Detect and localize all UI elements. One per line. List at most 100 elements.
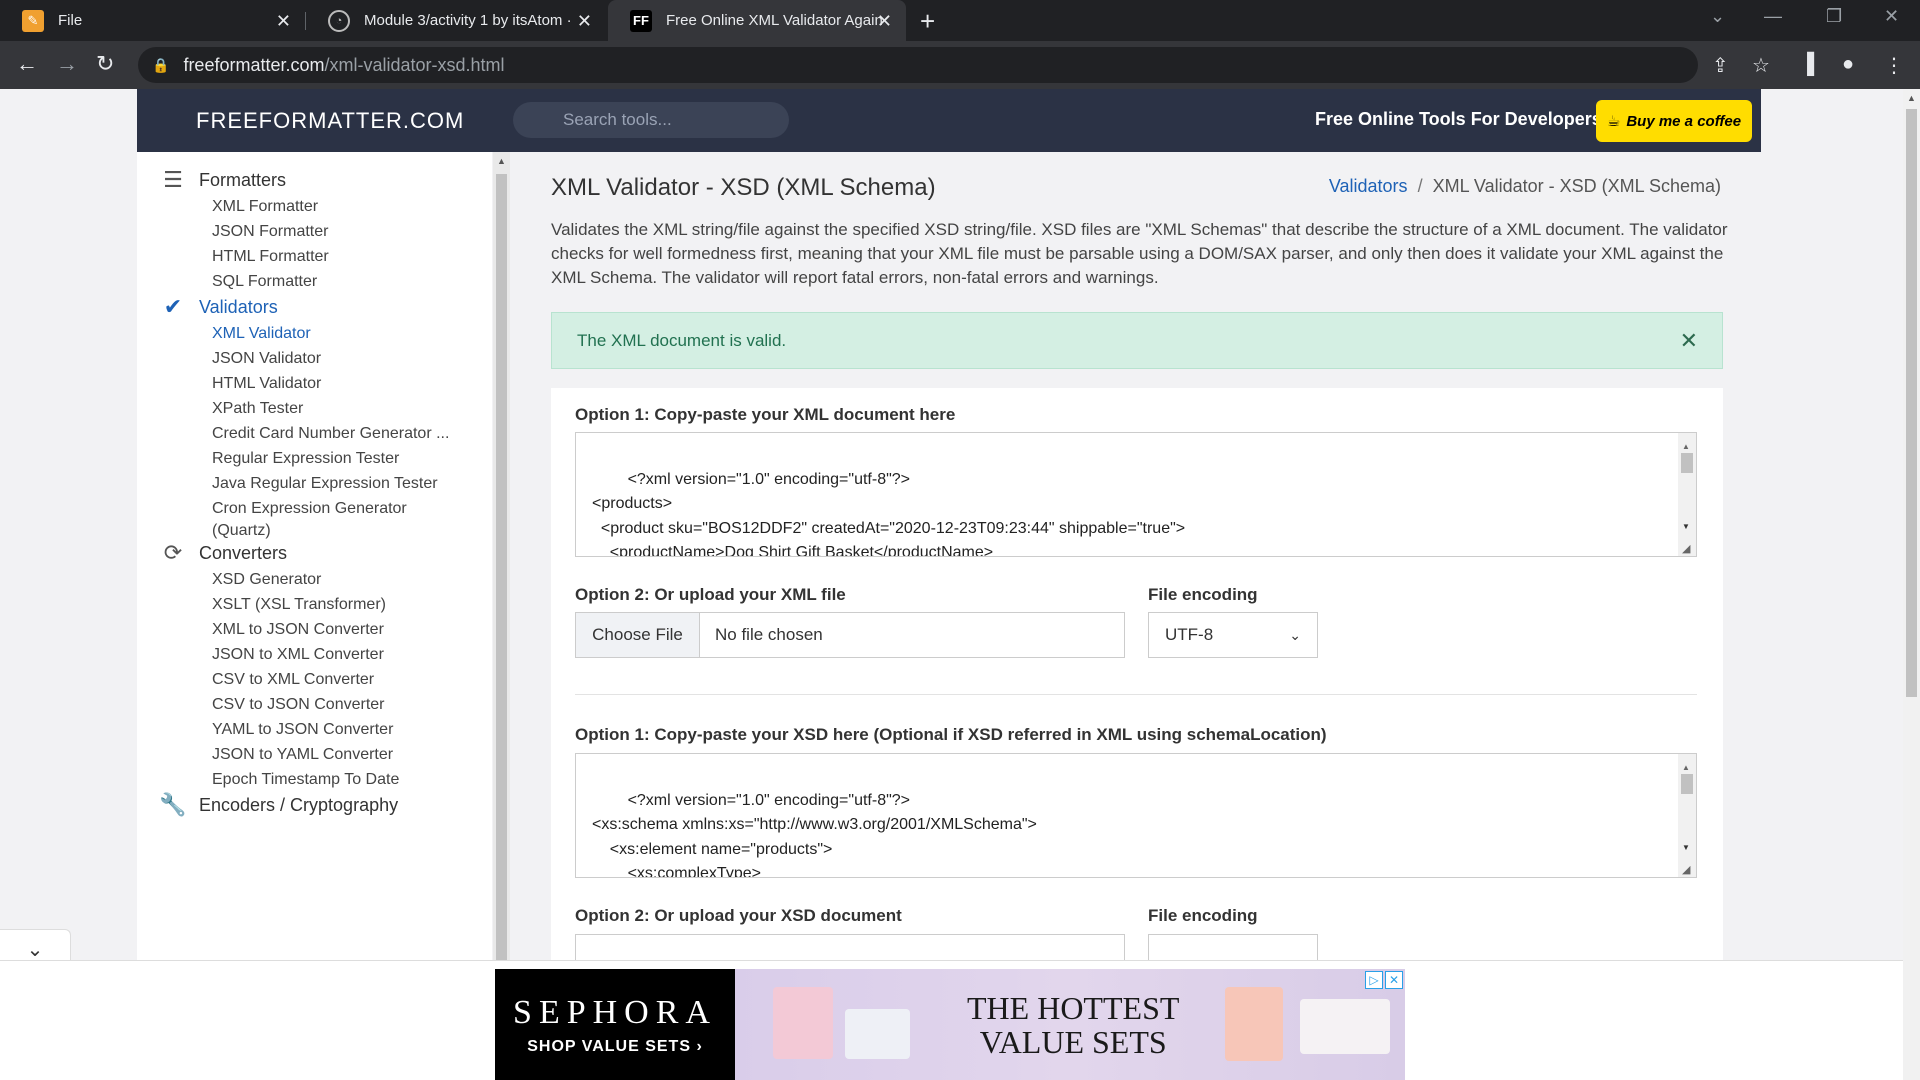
sidebar-item-xsd-generator[interactable]: XSD Generator xyxy=(212,569,472,591)
sidebar-item-cron-generator[interactable]: Cron Expression Generator (Quartz) xyxy=(212,498,442,542)
sidebar-item-xslt[interactable]: XSLT (XSL Transformer) xyxy=(212,594,472,616)
back-icon[interactable]: ← xyxy=(16,51,38,77)
tab-title: Module 3/activity 1 by itsAtom · I xyxy=(364,12,574,29)
sidebar-item-json-to-yaml[interactable]: JSON to YAML Converter xyxy=(212,744,472,766)
xsd-textarea-scrollbar[interactable]: ▲ ▼ ◢ xyxy=(1678,754,1696,877)
browser-tab-active[interactable]: FF Free Online XML Validator Agains ✕ xyxy=(608,0,906,41)
sidebar-item-html-validator[interactable]: HTML Validator xyxy=(212,373,472,395)
ad-choices[interactable]: ▷ ✕ xyxy=(1363,971,1403,989)
close-icon[interactable]: ✕ xyxy=(1680,313,1698,368)
xsd-textarea[interactable]: <?xml version="1.0" encoding="utf-8"?> <… xyxy=(575,753,1697,878)
coffee-label: Buy me a coffee xyxy=(1626,112,1742,130)
chevron-down-icon: ⌄ xyxy=(26,938,44,961)
xml-paste-label: Option 1: Copy-paste your XML document h… xyxy=(575,405,956,424)
wrench-icon: 🔧 xyxy=(159,792,187,817)
profile-icon[interactable]: ● xyxy=(1842,53,1854,76)
xsd-upload-label: Option 2: Or upload your XSD document xyxy=(575,906,902,925)
menu-icon[interactable]: ⋮ xyxy=(1884,53,1904,78)
sidebar-section-converters[interactable]: ⟳ Converters xyxy=(137,539,287,567)
choose-file-button[interactable]: Choose File xyxy=(576,613,700,657)
xml-textarea-scrollbar[interactable]: ▲ ▼ ◢ xyxy=(1678,433,1696,556)
encoding-value: UTF-8 xyxy=(1165,625,1214,644)
list-indent-icon: ☰ xyxy=(163,167,183,192)
double-check-icon: ✔ xyxy=(163,294,183,319)
address-bar[interactable]: 🔒 freeformatter.com/xml-validator-xsd.ht… xyxy=(138,47,1698,83)
sidebar-item-xml-validator[interactable]: XML Validator xyxy=(212,323,472,345)
sephora-ad[interactable]: SEPHORA SHOP VALUE SETS › THE HOTTEST VA… xyxy=(495,969,1405,1080)
forward-icon[interactable]: → xyxy=(56,51,78,77)
sidebar-item-epoch-timestamp[interactable]: Epoch Timestamp To Date xyxy=(212,769,472,791)
side-panel-icon[interactable]: ▐ xyxy=(1800,53,1814,76)
xml-code-content: <?xml version="1.0" encoding="utf-8"?> <… xyxy=(592,470,1186,557)
page-scrollbar[interactable]: ▲ xyxy=(1903,89,1920,1080)
minimize-icon[interactable]: — xyxy=(1764,6,1782,27)
ad-info-icon[interactable]: ▷ xyxy=(1365,971,1383,989)
ad-image-panel: THE HOTTEST VALUE SETS ▷ ✕ xyxy=(735,969,1405,1080)
encoding-label-2: File encoding xyxy=(1148,906,1258,925)
sidebar-item-java-regex-tester[interactable]: Java Regular Expression Tester xyxy=(212,473,472,495)
sidebar-section-encoders[interactable]: 🔧 Encoders / Cryptography xyxy=(137,791,398,819)
sidebar-item-json-formatter[interactable]: JSON Formatter xyxy=(212,221,472,243)
close-window-icon[interactable]: ✕ xyxy=(1884,6,1899,27)
tab-search-icon[interactable]: ⌄ xyxy=(1710,6,1725,27)
section-label: Converters xyxy=(199,542,288,563)
chevron-down-icon: ⌄ xyxy=(1289,627,1301,643)
url-path: /xml-validator-xsd.html xyxy=(324,54,505,75)
xml-file-input[interactable]: Choose File No file chosen xyxy=(575,612,1125,658)
xml-textarea[interactable]: <?xml version="1.0" encoding="utf-8"?> <… xyxy=(575,432,1697,557)
sidebar-item-yaml-to-json[interactable]: YAML to JSON Converter xyxy=(212,719,472,741)
sidebar-section-formatters[interactable]: ☰ Formatters xyxy=(137,166,286,194)
share-icon[interactable]: ⇪ xyxy=(1712,53,1729,78)
scroll-up-icon[interactable]: ▲ xyxy=(497,156,506,166)
sidebar-item-json-to-xml[interactable]: JSON to XML Converter xyxy=(212,644,472,666)
breadcrumb-current: XML Validator - XSD (XML Schema) xyxy=(1432,176,1721,196)
sidebar-item-xml-to-json[interactable]: XML to JSON Converter xyxy=(212,619,472,641)
section-label: Formatters xyxy=(199,169,287,190)
close-icon[interactable]: ✕ xyxy=(1385,971,1403,989)
refresh-arrows-icon: ⟳ xyxy=(163,540,183,565)
close-tab-icon[interactable]: ✕ xyxy=(577,11,592,32)
sidebar-scrollbar[interactable]: ▲ xyxy=(493,152,510,1022)
scroll-up-icon[interactable]: ▲ xyxy=(1907,93,1916,103)
sidebar-item-credit-card-generator[interactable]: Credit Card Number Generator ... xyxy=(212,423,472,445)
sidebar-item-csv-to-xml[interactable]: CSV to XML Converter xyxy=(212,669,472,691)
scroll-down-icon[interactable]: ▼ xyxy=(1682,836,1690,861)
restore-icon[interactable]: ❐ xyxy=(1826,6,1842,27)
search-input[interactable]: Search tools... xyxy=(513,102,789,138)
sidebar-item-regex-tester[interactable]: Regular Expression Tester xyxy=(212,448,472,470)
browser-tab-module[interactable]: ◔ Module 3/activity 1 by itsAtom · I ✕ xyxy=(306,0,606,41)
ad-cta[interactable]: SHOP VALUE SETS › xyxy=(527,1038,703,1056)
reload-icon[interactable]: ↻ xyxy=(96,51,114,77)
sidebar-scroll-thumb[interactable] xyxy=(496,174,507,1022)
sidebar-item-sql-formatter[interactable]: SQL Formatter xyxy=(212,271,472,293)
close-tab-icon[interactable]: ✕ xyxy=(877,11,892,32)
resize-handle-icon[interactable]: ◢ xyxy=(1682,537,1690,556)
new-tab-icon[interactable]: + xyxy=(920,6,935,37)
coffee-cup-icon: ☕ xyxy=(1606,113,1621,130)
xml-encoding-select[interactable]: UTF-8 ⌄ xyxy=(1148,612,1318,658)
scroll-down-icon[interactable]: ▼ xyxy=(1682,515,1690,540)
xsd-paste-label: Option 1: Copy-paste your XSD here (Opti… xyxy=(575,725,1327,744)
sidebar-section-validators[interactable]: ✔ Validators xyxy=(137,293,278,321)
page-scroll-thumb[interactable] xyxy=(1906,109,1917,697)
sidebar-item-xpath-tester[interactable]: XPath Tester xyxy=(212,398,472,420)
buy-me-a-coffee-button[interactable]: ☕ Buy me a coffee xyxy=(1596,100,1752,142)
browser-tab-bar: ✎ File ✕ ◔ Module 3/activity 1 by itsAto… xyxy=(0,0,1920,41)
sidebar-item-xml-formatter[interactable]: XML Formatter xyxy=(212,196,472,218)
bookmark-star-icon[interactable]: ☆ xyxy=(1752,53,1770,78)
encoding-label: File encoding xyxy=(1148,585,1258,604)
page-title: XML Validator - XSD (XML Schema) xyxy=(551,174,936,201)
xsd-code-content: <?xml version="1.0" encoding="utf-8"?> <… xyxy=(592,791,1037,878)
site-logo[interactable]: FREEFORMATTER.COM xyxy=(196,108,464,134)
xml-upload-label: Option 2: Or upload your XML file xyxy=(575,585,846,604)
browser-tab-file[interactable]: ✎ File ✕ xyxy=(0,0,305,41)
pencil-doc-icon: ✎ xyxy=(22,9,44,32)
resize-handle-icon[interactable]: ◢ xyxy=(1682,858,1690,877)
sidebar-item-json-validator[interactable]: JSON Validator xyxy=(212,348,472,370)
breadcrumb-validators-link[interactable]: Validators xyxy=(1329,176,1408,196)
close-tab-icon[interactable]: ✕ xyxy=(276,11,291,32)
sidebar-item-csv-to-json[interactable]: CSV to JSON Converter xyxy=(212,694,472,716)
section-label: Validators xyxy=(199,296,278,317)
page-viewport: FREEFORMATTER.COM Search tools... Free O… xyxy=(0,89,1920,1080)
sidebar-item-html-formatter[interactable]: HTML Formatter xyxy=(212,246,472,268)
